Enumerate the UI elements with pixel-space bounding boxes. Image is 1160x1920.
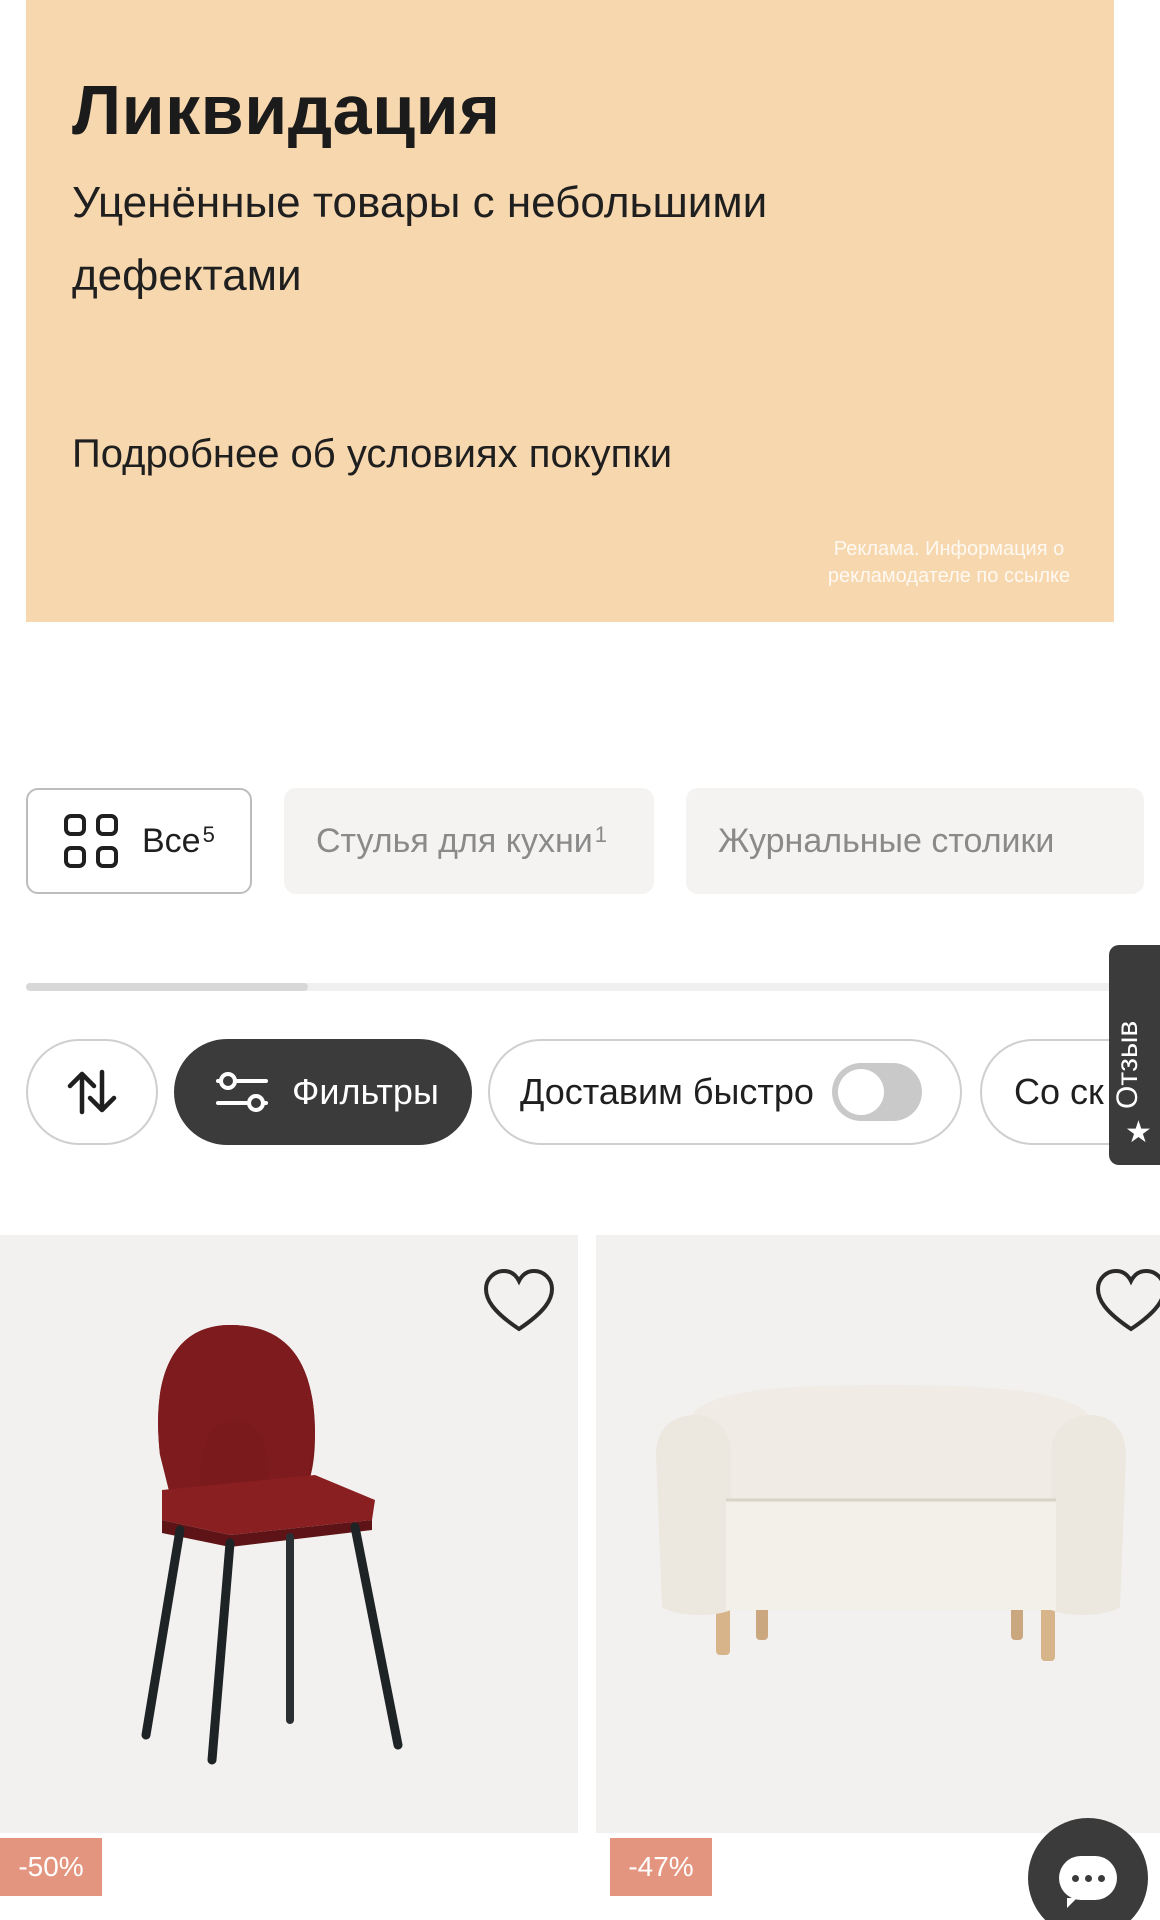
chat-bubble-icon: [1059, 1856, 1117, 1908]
product-card[interactable]: [0, 1235, 578, 1833]
sliders-icon: [216, 1072, 268, 1112]
favorite-heart-icon[interactable]: [1094, 1267, 1160, 1335]
grid-icon: [64, 814, 118, 868]
discount-badge: -47%: [610, 1838, 712, 1896]
review-side-tab[interactable]: Отзыв ★: [1109, 945, 1160, 1165]
category-all-label: Все: [142, 821, 201, 860]
ad-disclaimer[interactable]: Реклама. Информация о рекламодателе по с…: [804, 536, 1094, 590]
chat-button[interactable]: [1028, 1818, 1148, 1920]
category-tables-label: Журнальные столики: [718, 821, 1055, 860]
toggle-knob: [837, 1069, 884, 1115]
fast-delivery-label: Доставим быстро: [520, 1071, 814, 1112]
star-icon: ★: [1125, 1116, 1152, 1149]
discount-filter-label: Со ск: [1014, 1071, 1104, 1112]
category-chip-kitchen-chairs[interactable]: Стулья для кухни 1: [284, 788, 654, 894]
favorite-heart-icon[interactable]: [482, 1267, 556, 1335]
fast-delivery-toggle[interactable]: [831, 1063, 922, 1121]
sort-button[interactable]: [26, 1039, 158, 1145]
filters-button[interactable]: Фильтры: [174, 1039, 472, 1145]
filter-bar: Фильтры Доставим быстро Со ск: [26, 1039, 1160, 1145]
banner-subtitle: Уценённые товары с небольшими дефектами: [72, 178, 768, 300]
category-chip-all[interactable]: Все 5: [26, 788, 252, 894]
category-kitchen-count: 1: [594, 822, 607, 847]
discount-badge: -50%: [0, 1838, 102, 1896]
sort-arrows-icon: [67, 1069, 117, 1115]
category-chips: Все 5 Стулья для кухни 1 Журнальные столик…: [26, 788, 1160, 894]
purchase-terms-link[interactable]: Подробнее об условиях покупки: [72, 432, 672, 477]
sofa-image: [656, 1385, 1126, 1661]
promo-banner[interactable]: Ликвидация Уценённые товары с небольшими…: [26, 0, 1114, 622]
product-card[interactable]: [596, 1235, 1160, 1833]
chips-scrollbar-thumb[interactable]: [26, 983, 308, 991]
category-all-count: 5: [202, 822, 215, 847]
chips-scrollbar[interactable]: [26, 983, 1114, 991]
review-tab-label: Отзыв: [1111, 1020, 1144, 1109]
fast-delivery-filter[interactable]: Доставим быстро: [488, 1039, 962, 1145]
category-kitchen-label: Стулья для кухни: [316, 821, 593, 860]
banner-title: Ликвидация: [72, 71, 501, 149]
filters-label: Фильтры: [292, 1071, 439, 1112]
chair-image: [141, 1325, 403, 1765]
category-chip-coffee-tables[interactable]: Журнальные столики: [686, 788, 1144, 894]
